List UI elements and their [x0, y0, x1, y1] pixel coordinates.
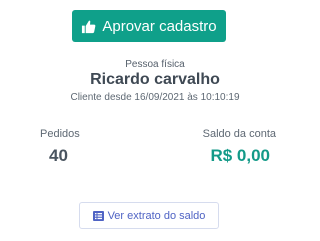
client-since: Cliente desde 16/09/2021 às 10:10:19: [70, 92, 240, 103]
orders-label: Pedidos: [40, 128, 80, 140]
client-card: Aprovar cadastro Pessoa física Ricardo c…: [0, 0, 310, 241]
thumbs-up-icon: [81, 19, 96, 34]
list-icon: [92, 210, 104, 221]
account-balance-value: R$ 0,00: [210, 146, 270, 165]
approve-registration-label: Aprovar cadastro: [102, 17, 217, 35]
account-balance-label: Saldo da conta: [202, 128, 276, 140]
client-name: Ricardo carvalho: [90, 71, 220, 88]
view-balance-statement-label: Ver extrato do saldo: [107, 209, 206, 222]
view-balance-statement-button[interactable]: Ver extrato do saldo: [79, 202, 219, 229]
person-type-label: Pessoa física: [125, 59, 185, 70]
orders-count: 40: [49, 146, 68, 165]
approve-registration-button[interactable]: Aprovar cadastro: [72, 10, 226, 42]
